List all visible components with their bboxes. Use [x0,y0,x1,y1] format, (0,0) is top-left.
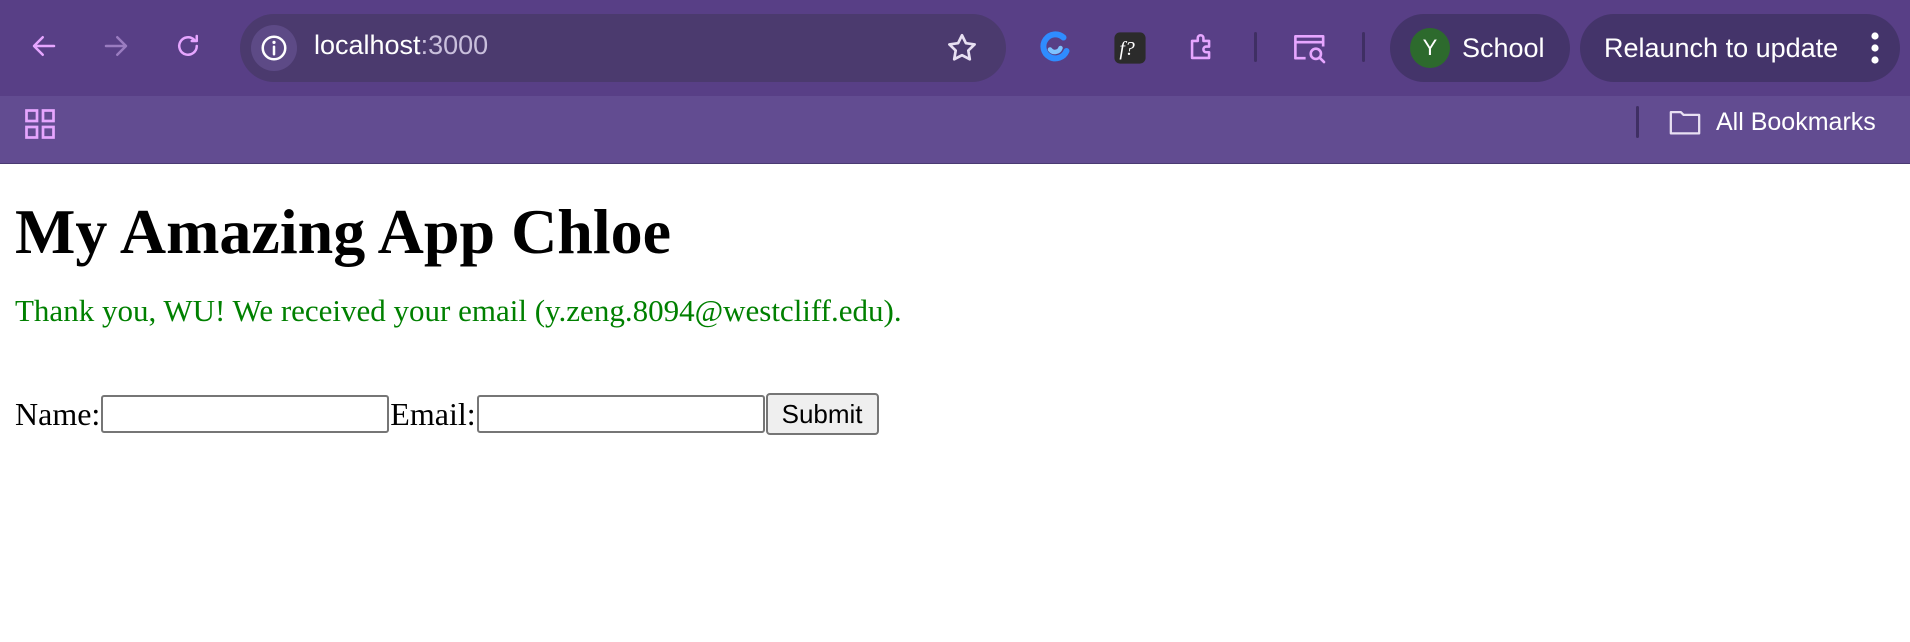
forward-button[interactable] [94,24,138,68]
bookmarks-separator [1636,106,1639,138]
back-button[interactable] [22,24,66,68]
email-field[interactable] [476,395,765,433]
signup-form: Name: Email: Submit [15,393,879,435]
bookmarks-bar [0,96,1910,163]
svg-text:f?: f? [1119,38,1135,60]
reload-button[interactable] [166,24,210,68]
url-port: :3000 [420,30,489,60]
toolbar-separator [1254,32,1257,62]
email-label: Email: [390,395,476,432]
all-bookmarks-label: All Bookmarks [1716,107,1876,136]
confirmation-message: Thank you, WU! We received your email (y… [15,293,902,329]
profile-name: School [1462,33,1545,63]
extensions-button[interactable] [1182,28,1222,68]
forward-icon [104,36,128,56]
toolbar-separator [1362,32,1365,62]
reload-icon [178,34,198,56]
avatar: Y [1410,28,1450,68]
profile-button[interactable]: Y School [1390,14,1570,82]
page-content: My Amazing App Chloe Thank you, WU! We r… [15,190,1895,329]
submit-button[interactable]: Submit [765,393,879,435]
extension-swirl-button[interactable] [1036,28,1076,68]
folder-icon [1669,110,1701,135]
relaunch-label: Relaunch to update [1604,33,1839,63]
apps-grid-icon[interactable] [22,106,58,142]
browser-toolbar: localhost:3000 f? Y School Relaunch to u… [0,0,1910,96]
extensions-puzzle-icon [1190,34,1211,60]
more-menu-icon[interactable] [1870,30,1880,66]
browser-chrome: localhost:3000 f? Y School Relaunch to u… [0,0,1910,164]
tab-search-button[interactable] [1290,28,1330,68]
extension-formula-icon: f? [1114,32,1146,64]
bookmark-star-icon[interactable] [944,30,980,66]
back-icon [32,36,56,56]
url-text[interactable]: localhost:3000 [314,30,488,61]
url-host: localhost [314,30,421,60]
extension-swirl-icon [1040,31,1070,62]
page-title: My Amazing App Chloe [15,196,672,267]
name-label: Name: [15,395,101,432]
site-info-button[interactable] [251,25,297,71]
all-bookmarks-button[interactable]: All Bookmarks [1668,104,1876,140]
relaunch-button[interactable]: Relaunch to update [1580,14,1900,82]
site-info-icon [261,35,287,61]
address-bar[interactable]: localhost:3000 [240,14,1006,82]
tab-search-icon [1294,34,1326,64]
name-field[interactable] [101,395,390,433]
extension-formula-button[interactable]: f? [1110,28,1150,68]
